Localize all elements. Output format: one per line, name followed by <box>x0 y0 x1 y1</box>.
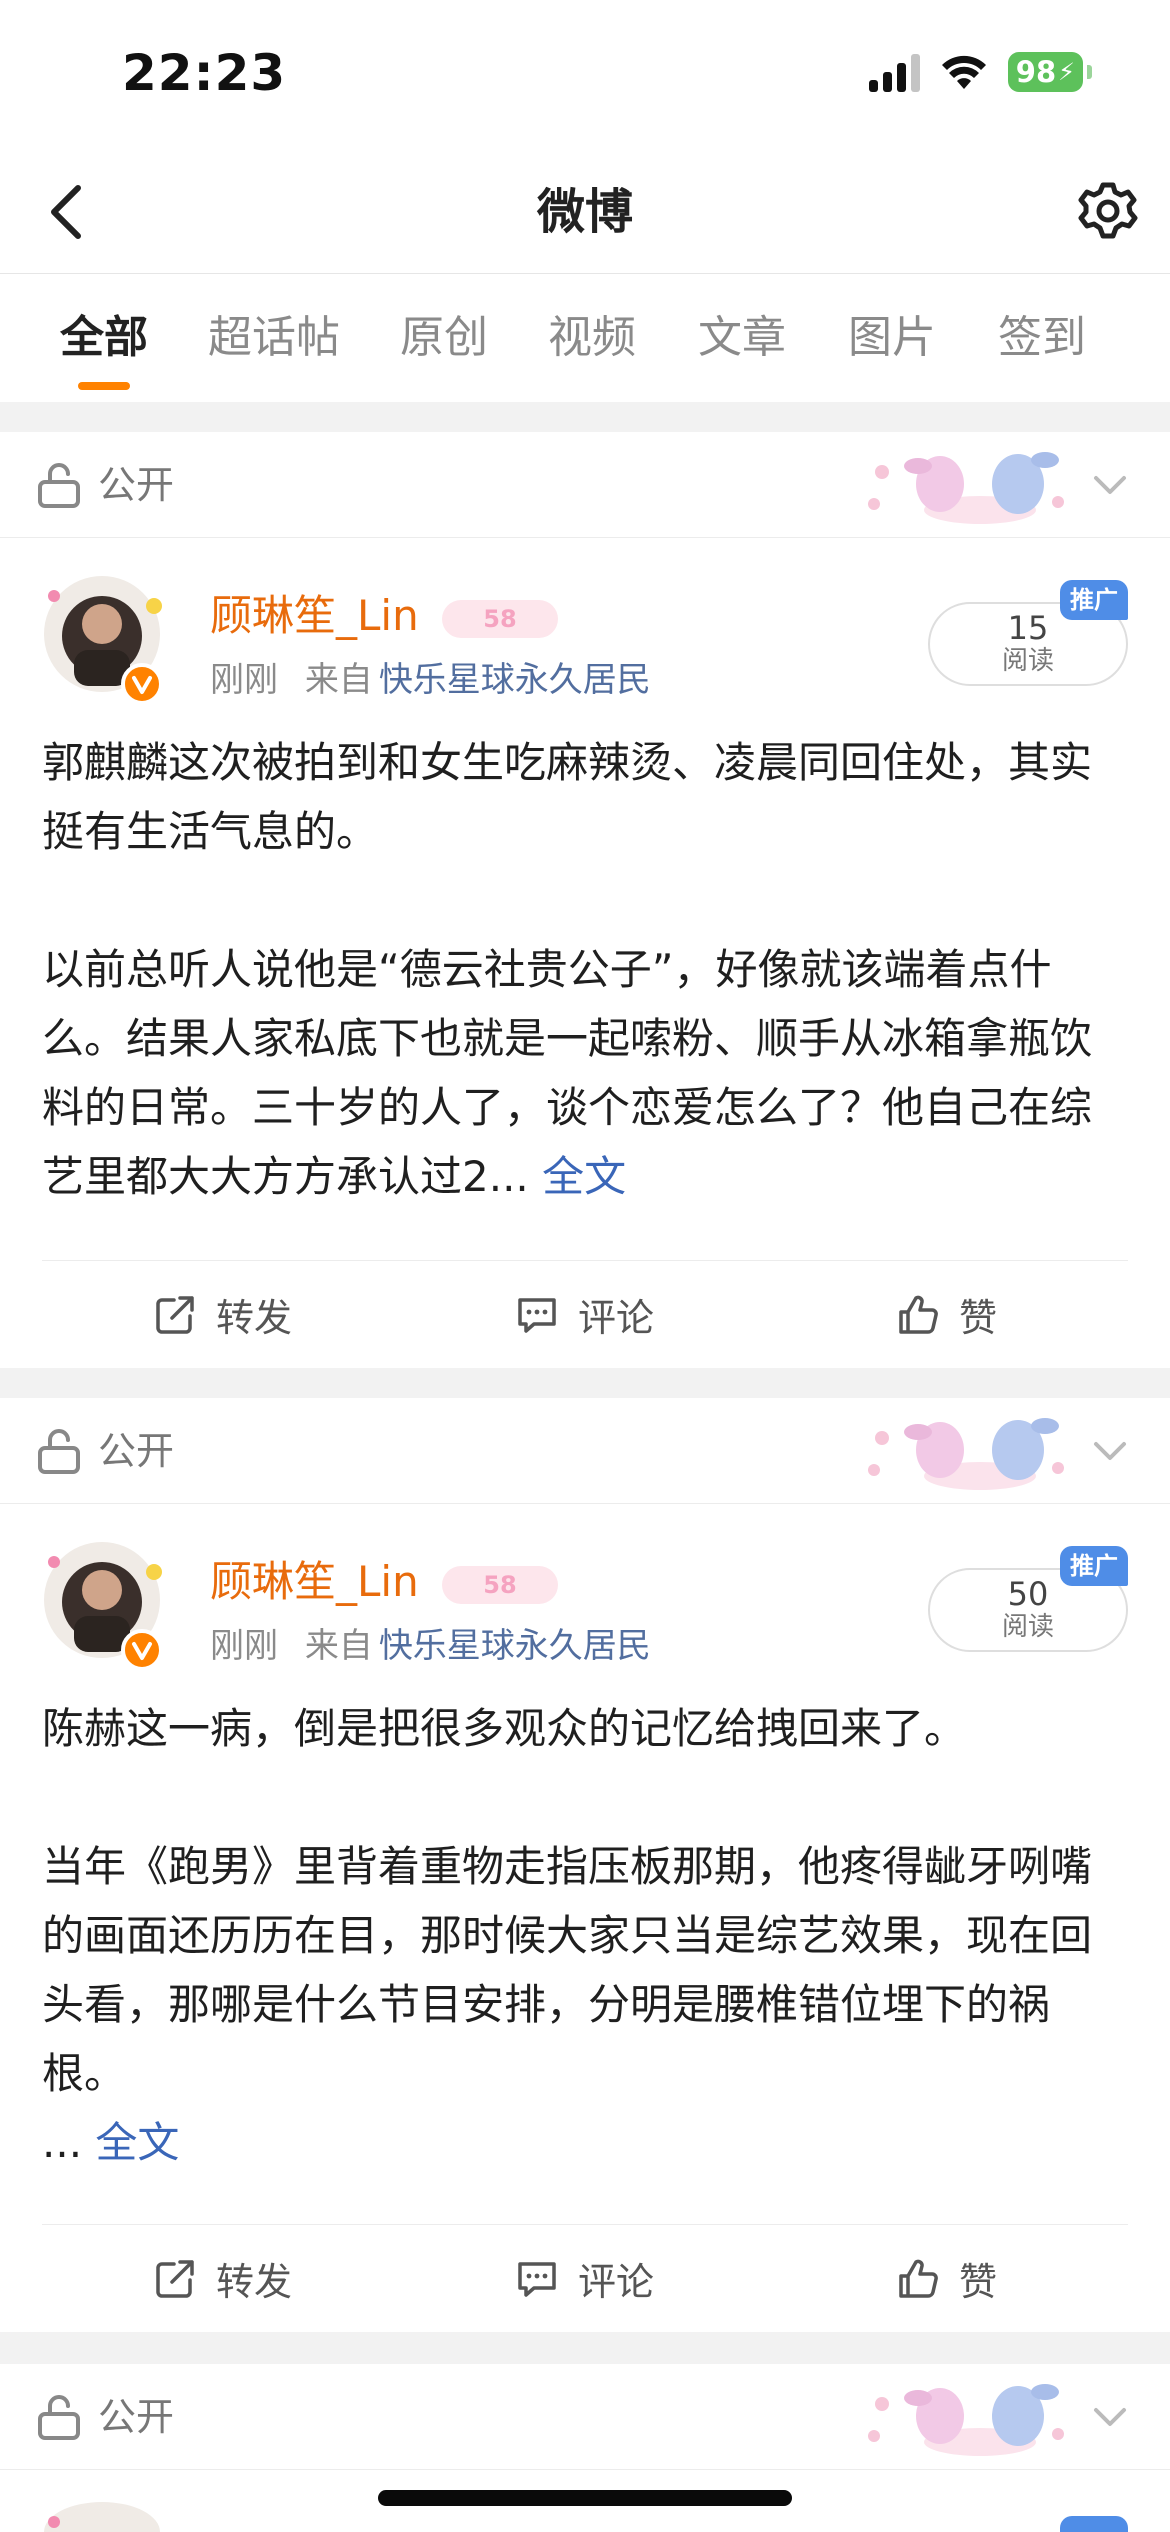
post-paragraph: 陈赫这一病，倒是把很多观众的记忆给拽回来了。 <box>42 1704 967 1753</box>
username[interactable]: 顾琳笙_Lin <box>210 588 419 644</box>
thumbs-up-icon <box>899 1295 938 1334</box>
ellipsis: ... <box>42 2118 83 2167</box>
tab-super-topic[interactable]: 超话帖 <box>208 274 340 402</box>
nav-bar: 微博 <box>0 150 1170 274</box>
cellular-signal-icon <box>868 52 920 92</box>
comment-icon <box>518 1297 556 1333</box>
visibility-label: 公开 <box>98 1429 175 1473</box>
thumbs-up-icon <box>899 2259 938 2298</box>
repost-button[interactable]: 转发 <box>42 1261 404 1368</box>
repost-button[interactable]: 转发 <box>42 2225 404 2332</box>
post-meta: 刚刚 来自 快乐星球永久居民 <box>210 658 651 702</box>
battery-indicator: 98 ⚡ <box>1007 52 1083 92</box>
post-source[interactable]: 快乐星球永久居民 <box>379 1626 651 1666</box>
tab-article[interactable]: 文章 <box>698 274 786 402</box>
promotion-badge[interactable]: 推广 <box>1060 1546 1128 1586</box>
post-content[interactable]: 郭麒麟这次被拍到和女生吃麻辣烫、凌晨同回住处，其实挺有生活气息的。 以前总听人说… <box>0 728 1170 1211</box>
avatar[interactable] <box>34 1532 174 1672</box>
comment-label: 评论 <box>577 1296 654 1340</box>
post-content[interactable]: 陈赫这一病，倒是把很多观众的记忆给拽回来了。 当年《跑男》里背着重物走指压板那期… <box>0 1694 1170 2177</box>
tab-checkin[interactable]: 签到 <box>998 274 1086 402</box>
charging-icon: ⚡ <box>1058 58 1075 86</box>
post-author-row: 顾琳笙_Lin 58 刚刚 来自 快乐星球永久居民 50 阅读 推广 <box>0 1504 1170 1684</box>
post-paragraph: 郭麒麟这次被拍到和女生吃麻辣烫、凌晨同回住处，其实挺有生活气息的。 <box>42 738 1093 856</box>
promotion-badge[interactable]: 推广 <box>1060 580 1128 620</box>
repost-icon <box>156 2259 194 2298</box>
avatar[interactable] <box>34 566 174 706</box>
read-label: 阅读 <box>1001 1612 1054 1642</box>
username[interactable]: 顾琳笙_Lin <box>210 1554 419 1610</box>
read-label: 阅读 <box>1001 646 1054 676</box>
repost-icon <box>156 1295 194 1334</box>
post-source[interactable]: 快乐星球永久居民 <box>379 660 651 700</box>
like-button[interactable]: 赞 <box>766 2225 1128 2332</box>
post-ellipsis-row: ... 全文 <box>42 2108 1128 2177</box>
cartoon-decoration <box>868 2384 1064 2456</box>
post-card: 公开 顾琳笙_Lin 58 刚刚 来自 快乐星球永久居民 <box>0 1398 1170 2332</box>
post-time: 刚刚 <box>210 1626 278 1666</box>
post-card: 公开 顾琳笙_Lin 58 刚刚 来自 快乐星球永久居民 <box>0 432 1170 1368</box>
status-time: 22:23 <box>122 44 287 102</box>
post-paragraph: 当年《跑男》里背着重物走指压板那期，他疼得龇牙咧嘴的画面还历历在目，那时候大家只… <box>42 1842 1093 2098</box>
visibility-label: 公开 <box>98 2395 175 2439</box>
repost-label: 转发 <box>215 2260 292 2304</box>
post-time: 刚刚 <box>210 660 278 700</box>
cartoon-decoration <box>868 452 1064 524</box>
comment-button[interactable]: 评论 <box>404 2225 766 2332</box>
post-actions: 转发 评论 赞 <box>42 1260 1128 1368</box>
like-button[interactable]: 赞 <box>766 1261 1128 1368</box>
chevron-down-icon[interactable] <box>1090 1432 1130 1472</box>
settings-button[interactable] <box>1070 174 1146 250</box>
read-full-link[interactable]: 全文 <box>542 1152 626 1201</box>
source-prefix: 来自 <box>304 1626 373 1666</box>
chevron-down-icon[interactable] <box>1090 2398 1130 2438</box>
status-icons: 98 ⚡ <box>868 52 1092 92</box>
unlock-icon <box>38 463 80 508</box>
battery-tip <box>1087 65 1092 79</box>
cartoon-decoration <box>868 1418 1064 1490</box>
comment-button[interactable]: 评论 <box>404 1261 766 1368</box>
comment-icon <box>518 2261 556 2297</box>
chevron-down-icon[interactable] <box>1090 466 1130 506</box>
status-bar: 22:23 98 ⚡ <box>0 0 1170 150</box>
gear-icon <box>1078 182 1138 239</box>
post-paragraph: 以前总听人说他是“德云社贵公子”，好像就该端着点什么。结果人家私底下也就是一起嗦… <box>42 935 1128 1211</box>
read-full-link[interactable]: 全文 <box>95 2118 179 2167</box>
unlock-icon <box>38 1429 80 1474</box>
post-visibility-row: 公开 <box>0 2364 1170 2470</box>
tab-original[interactable]: 原创 <box>400 274 488 402</box>
comment-label: 评论 <box>577 2260 654 2304</box>
unlock-icon <box>38 2395 80 2440</box>
post-author-row: 顾琳笙_Lin 58 刚刚 来自 快乐星球永久居民 15 阅读 推广 <box>0 538 1170 718</box>
page-title: 微博 <box>536 184 633 240</box>
home-indicator[interactable] <box>378 2490 792 2506</box>
like-label: 赞 <box>958 2260 997 2304</box>
source-prefix: 来自 <box>304 660 373 700</box>
filter-tabs: 全部 超话帖 原创 视频 文章 图片 签到 <box>0 274 1170 402</box>
post-card: 公开 <box>0 2364 1170 2532</box>
user-level-badge: 58 <box>442 1566 558 1604</box>
tab-image[interactable]: 图片 <box>848 274 936 402</box>
post-visibility-row: 公开 <box>0 432 1170 538</box>
wifi-icon <box>941 55 986 89</box>
repost-label: 转发 <box>215 1296 292 1340</box>
like-label: 赞 <box>958 1296 997 1340</box>
visibility-label: 公开 <box>98 463 175 507</box>
post-meta: 刚刚 来自 快乐星球永久居民 <box>210 1624 651 1668</box>
post-actions: 转发 评论 赞 <box>42 2224 1128 2332</box>
tab-all[interactable]: 全部 <box>60 274 148 402</box>
user-level-badge: 58 <box>442 600 558 638</box>
post-visibility-row: 公开 <box>0 1398 1170 1504</box>
avatar[interactable] <box>34 2492 174 2532</box>
promotion-badge[interactable] <box>1060 2516 1128 2532</box>
battery-level: 98 <box>1015 55 1057 89</box>
tab-video[interactable]: 视频 <box>548 274 636 402</box>
